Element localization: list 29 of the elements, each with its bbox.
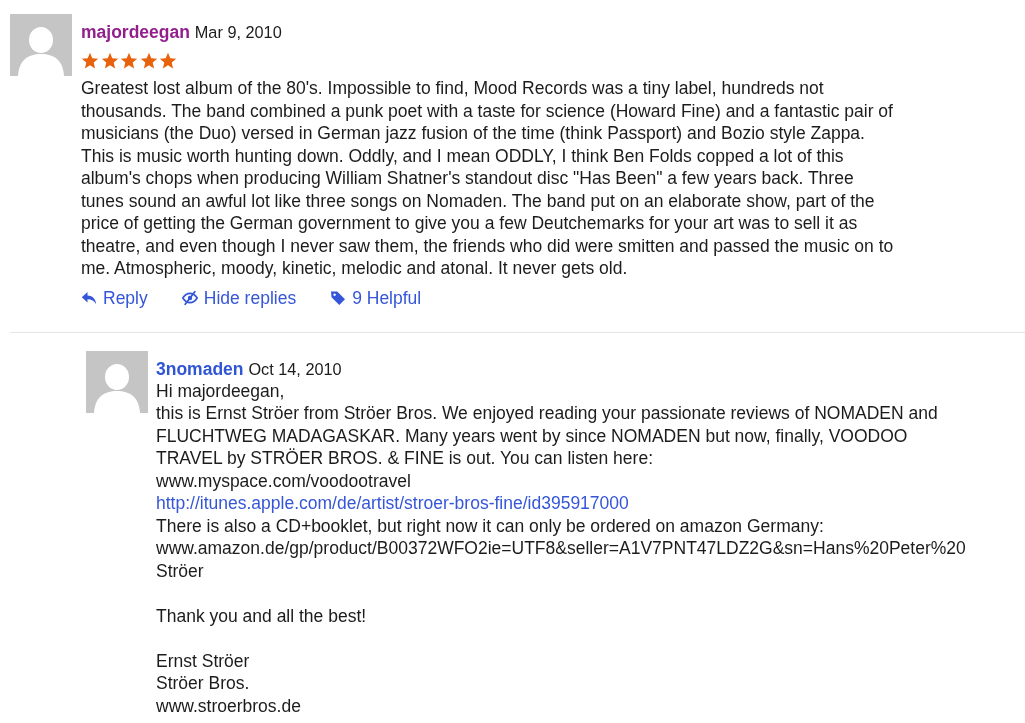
- link[interactable]: http://itunes.apple.com/de/artist/stroer-bros-fine/id395917000: [156, 493, 629, 513]
- reply-text: Thank you and all the best!: [156, 604, 367, 627]
- reply-text: Hi majordeegan,: [156, 379, 285, 402]
- reply-link[interactable]: Reply: [81, 286, 148, 309]
- reply-text: www.myspace.com/voodootravel: [156, 469, 411, 492]
- helpful-link[interactable]: 9 Helpful: [330, 286, 422, 309]
- star-icon: [100, 52, 119, 70]
- star-icon: [139, 52, 158, 70]
- reply-text: www.amazon.de/gp/product/B00372WFO2ie=UTF8&seller=A1V7PNT47LDZ2G&sn=Hans%20Peter%20: [156, 537, 966, 560]
- star-icon: [81, 52, 99, 70]
- reply-text: There is also a CD+booklet, but right now it can only be ordered on amazon Germany:: [156, 514, 824, 537]
- review-text: Greatest lost album of the 80's. Impossible to find, Mood Records was a tiny label, hundreds not thousands. The band combined a punk poet with a taste for science (Howard Fine) and a fantastic pair of musicians (the Duo) versed in German jazz fusion of the time (think Passport) and Bozio style Zappa. This is music worth hunting down. Oddly, and I mean ODDLY, I think Ben Folds copped a lot of this album's chops when producing William Shatner's standout disc "Has Been" a few years back. Three tunes sound an awful lot like three songs on Nomaden. The band put on an elaborate show, part of the price of getting the German government to give you a few Deutchemarks for your art was to sell it as theatre, and even though I never saw them, the friends who did were smitten and passed the music on to me. Atmospheric, moody, kinetic, melodic and atonal. It never gets old.: [81, 77, 895, 280]
- reply-text: www.stroerbros.de: [156, 694, 301, 717]
- avatar-icon: [10, 14, 72, 76]
- reply-text: Ernst Ströer: [156, 649, 250, 672]
- reply-text: Ströer: [156, 559, 204, 582]
- star-icon: [120, 52, 138, 70]
- hide-replies-link[interactable]: Hide replies: [181, 286, 297, 309]
- tag-icon: [330, 289, 347, 306]
- star-icon: [159, 52, 177, 70]
- avatar-icon: [86, 350, 148, 413]
- eye-slash-icon: [181, 289, 198, 306]
- username-link[interactable]: 3nomaden: [156, 358, 244, 379]
- review-date: Mar 9, 2010: [194, 23, 282, 41]
- reply-text: this is Ernst Ströer from Ströer Bros. We enjoyed reading your passionate reviews of NOMADEN and FLUCHTWEG MADAGASKAR. Many years went by since NOMADEN but now, finally, VOODOO TRAVEL by STRÖER BROS. & FINE is out. You can listen here:: [156, 402, 939, 470]
- review-date: Oct 14, 2010: [248, 359, 342, 378]
- username-link[interactable]: majordeegan: [81, 22, 190, 42]
- reply-arrow-icon: [81, 289, 97, 306]
- reply-text: Ströer Bros.: [156, 672, 250, 695]
